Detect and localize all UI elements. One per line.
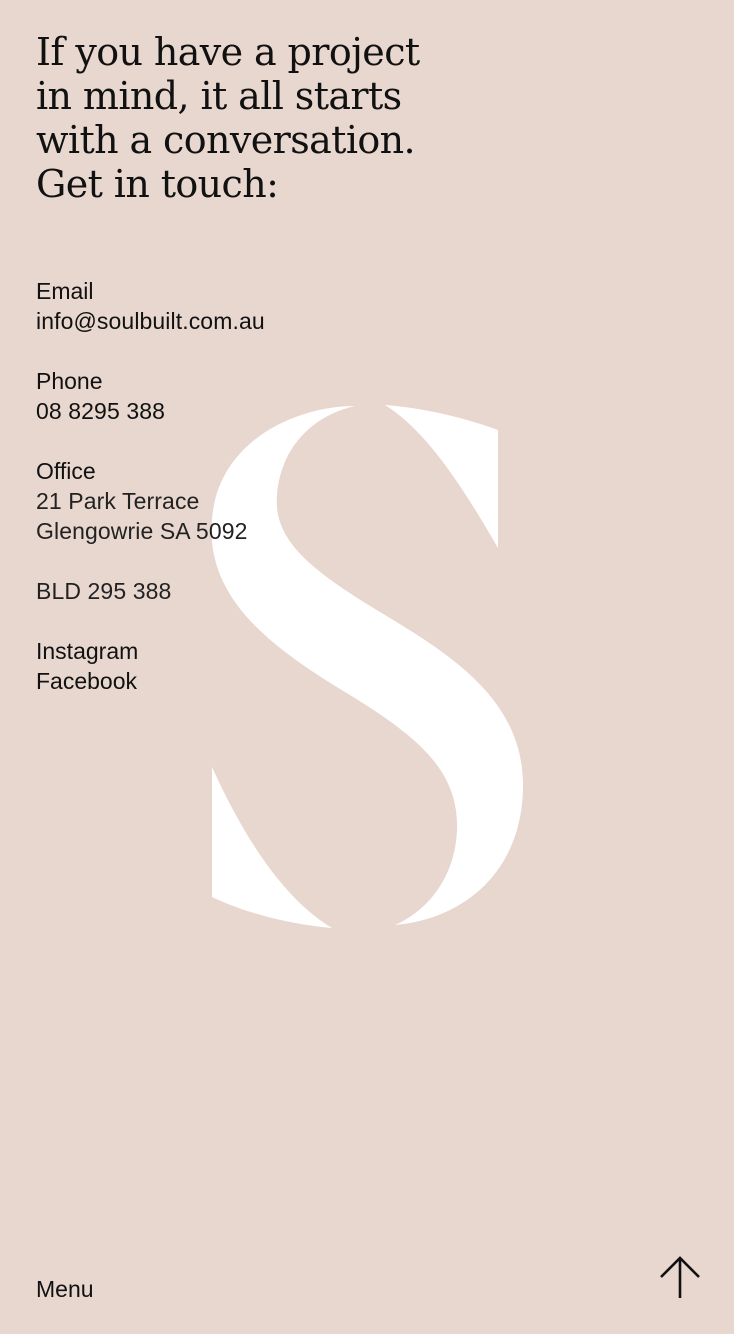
office-address-line2: Glengowrie SA 5092 — [36, 518, 248, 544]
arrow-up-icon — [660, 1256, 700, 1298]
contact-details: Email info@soulbuilt.com.au Phone 08 829… — [36, 276, 265, 726]
email-block: Email info@soulbuilt.com.au — [36, 276, 265, 336]
email-link[interactable]: info@soulbuilt.com.au — [36, 306, 265, 336]
email-label: Email — [36, 278, 94, 304]
social-links: Instagram Facebook — [36, 636, 265, 696]
scroll-to-top-button[interactable] — [656, 1254, 704, 1302]
instagram-link[interactable]: Instagram — [36, 636, 265, 666]
office-address-line1: 21 Park Terrace — [36, 488, 200, 514]
builder-license-number: BLD 295 388 — [36, 578, 172, 604]
office-block: Office 21 Park Terrace Glengowrie SA 509… — [36, 456, 265, 546]
facebook-link[interactable]: Facebook — [36, 666, 265, 696]
phone-block: Phone 08 8295 388 — [36, 366, 265, 426]
license-block: BLD 295 388 — [36, 576, 265, 606]
menu-button[interactable]: Menu — [36, 1274, 94, 1304]
office-label: Office — [36, 458, 96, 484]
phone-link[interactable]: 08 8295 388 — [36, 396, 265, 426]
page-heading: If you have a project in mind, it all st… — [36, 30, 420, 206]
phone-label: Phone — [36, 368, 103, 394]
